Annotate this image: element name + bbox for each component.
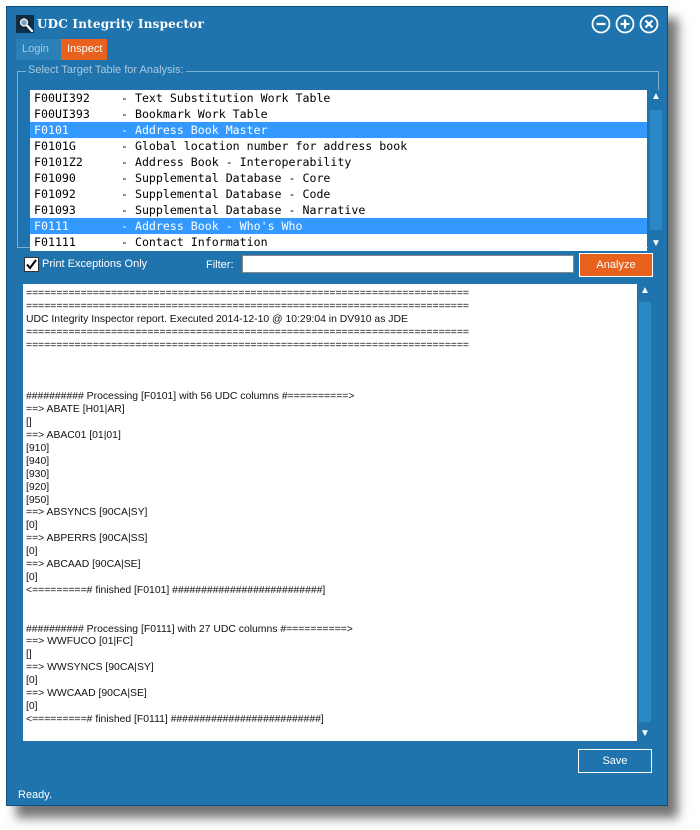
table-description: - Address Book - Interoperability xyxy=(121,155,352,169)
report-line: <=========# finished [F0111] ###########… xyxy=(26,713,324,725)
report-line: ==> ABATE [H01|AR] xyxy=(26,404,125,416)
report-line: <=========# finished [F0101] ###########… xyxy=(26,584,326,596)
list-item[interactable]: F0111 - Address Book - Who's Who xyxy=(30,218,647,234)
checkmark-icon xyxy=(26,259,37,270)
report-line: [0] xyxy=(26,546,38,558)
table-description: - Supplemental Database - Code xyxy=(121,187,331,201)
print-exceptions-label: Print Exceptions Only xyxy=(42,258,148,270)
table-code: F0101G xyxy=(34,139,76,153)
maximize-icon[interactable] xyxy=(615,14,635,34)
print-exceptions-checkbox[interactable] xyxy=(24,257,39,272)
report-line: ########## Processing [F0101] with 56 UD… xyxy=(26,391,355,403)
status-text: Ready. xyxy=(18,789,53,801)
close-icon[interactable] xyxy=(639,14,659,34)
report-scrollbar[interactable]: ▲ ▼ xyxy=(637,284,653,741)
report-line: ========================================… xyxy=(26,288,469,299)
list-item[interactable]: F0101Z2 - Address Book - Interoperability xyxy=(30,154,647,170)
list-item[interactable]: F01092 - Supplemental Database - Code xyxy=(30,186,647,202)
report-line: [910] xyxy=(26,442,50,454)
report-line: ========================================… xyxy=(26,339,469,351)
table-description: - Address Book - Who's Who xyxy=(121,219,303,233)
table-selection-group: Select Target Table for Analysis: F00UI3… xyxy=(17,64,664,251)
report-line: [930] xyxy=(26,468,50,480)
tab-inspect[interactable]: Inspect xyxy=(61,39,107,60)
report-line: ========================================… xyxy=(26,300,469,312)
minimize-icon[interactable] xyxy=(591,14,611,34)
report-line xyxy=(26,611,636,624)
table-code: F01090 xyxy=(34,171,76,185)
list-item[interactable]: F0101G - Global location number for addre… xyxy=(30,138,647,154)
report-line: [] xyxy=(26,417,32,429)
status-bar: Ready. xyxy=(7,783,667,805)
report-line: UDC Integrity Inspector report. Executed… xyxy=(26,313,408,325)
list-item[interactable]: F01111 - Contact Information xyxy=(30,234,647,250)
inspect-panel: Select Target Table for Analysis: F00UI3… xyxy=(14,61,664,785)
table-code: F0101Z2 xyxy=(34,155,83,169)
magnifier-app-icon xyxy=(16,15,34,33)
options-bar: Print Exceptions Only Filter: Analyze xyxy=(14,251,660,281)
report-line: ==> ABSYNCS [90CA|SY] xyxy=(26,507,148,519)
report-line: [950] xyxy=(26,494,50,506)
scrollbar-thumb[interactable] xyxy=(650,110,662,230)
report-line: ==> WWSYNCS [90CA|SY] xyxy=(26,662,154,674)
report-line: [920] xyxy=(26,481,50,493)
report-line: [0] xyxy=(26,701,38,712)
scrollbar-thumb[interactable] xyxy=(639,302,651,722)
report-line: ==> ABAC01 [01|01] xyxy=(26,429,121,441)
table-description: - Text Substitution Work Table xyxy=(121,91,331,105)
list-item[interactable]: F00UI392 - Text Substitution Work Table xyxy=(30,90,647,106)
group-label: Select Target Table for Analysis: xyxy=(26,64,186,76)
scroll-down-arrow-icon[interactable]: ▼ xyxy=(637,727,653,741)
report-line xyxy=(26,378,636,391)
report-line: ==> ABPERRS [90CA|SS] xyxy=(26,533,148,545)
scroll-up-arrow-icon[interactable]: ▲ xyxy=(637,284,653,298)
report-line xyxy=(26,353,636,366)
filter-input[interactable] xyxy=(242,255,574,273)
table-code: F01093 xyxy=(34,203,76,217)
report-line: ==> WWFUCO [01|FC] xyxy=(26,636,133,648)
save-button[interactable]: Save xyxy=(578,749,652,773)
table-description: - Bookmark Work Table xyxy=(121,107,268,121)
report-line: [] xyxy=(26,649,32,661)
filter-label: Filter: xyxy=(206,259,234,271)
list-item[interactable]: F0101 - Address Book Master xyxy=(30,122,647,138)
table-code: F0111 xyxy=(34,219,69,233)
table-code: F01092 xyxy=(34,187,76,201)
report-line: ==> ABCAAD [90CA|SE] xyxy=(26,559,141,571)
list-item[interactable]: F00UI393 - Bookmark Work Table xyxy=(30,106,647,122)
table-description: - Supplemental Database - Core xyxy=(121,171,331,185)
table-description: - Supplemental Database - Narrative xyxy=(121,203,366,217)
table-description: - Global location number for address boo… xyxy=(121,139,408,153)
list-scrollbar[interactable]: ▲ ▼ xyxy=(648,90,664,251)
table-code: F00UI393 xyxy=(34,107,90,121)
report-output[interactable]: ========================================… xyxy=(23,284,653,741)
list-item[interactable]: F01093 - Supplemental Database - Narrativ… xyxy=(30,202,647,218)
table-list[interactable]: F00UI392- Text Substitution Work Table F0… xyxy=(30,90,647,251)
scroll-up-arrow-icon[interactable]: ▲ xyxy=(648,90,664,104)
analyze-button[interactable]: Analyze xyxy=(579,253,653,277)
table-description: - Address Book Master xyxy=(121,123,268,137)
report-text: ========================================… xyxy=(26,288,636,727)
tab-login[interactable]: Login xyxy=(16,39,64,60)
report-line: ==> WWCAAD [90CA|SE] xyxy=(26,688,147,700)
title-bar[interactable]: UDC Integrity Inspector xyxy=(7,7,667,43)
report-line: [0] xyxy=(26,571,38,583)
report-line xyxy=(26,365,636,378)
scroll-down-arrow-icon[interactable]: ▼ xyxy=(648,237,664,251)
window-title: UDC Integrity Inspector xyxy=(37,17,204,31)
list-item[interactable]: F01090 - Supplemental Database - Core xyxy=(30,170,647,186)
table-code: F00UI392 xyxy=(34,91,90,105)
report-line: [940] xyxy=(26,455,50,467)
report-line: ========================================… xyxy=(26,326,469,338)
report-line: [0] xyxy=(26,675,38,687)
table-code: F0101 xyxy=(34,123,69,137)
report-line xyxy=(26,598,636,611)
report-line: ########## Processing [F0111] with 27 UD… xyxy=(26,623,353,635)
table-code: F01111 xyxy=(34,235,76,249)
table-description: - Contact Information xyxy=(121,235,268,249)
report-line: [0] xyxy=(26,520,38,532)
app-window: UDC Integrity Inspector Login Inspect Se… xyxy=(6,6,668,806)
